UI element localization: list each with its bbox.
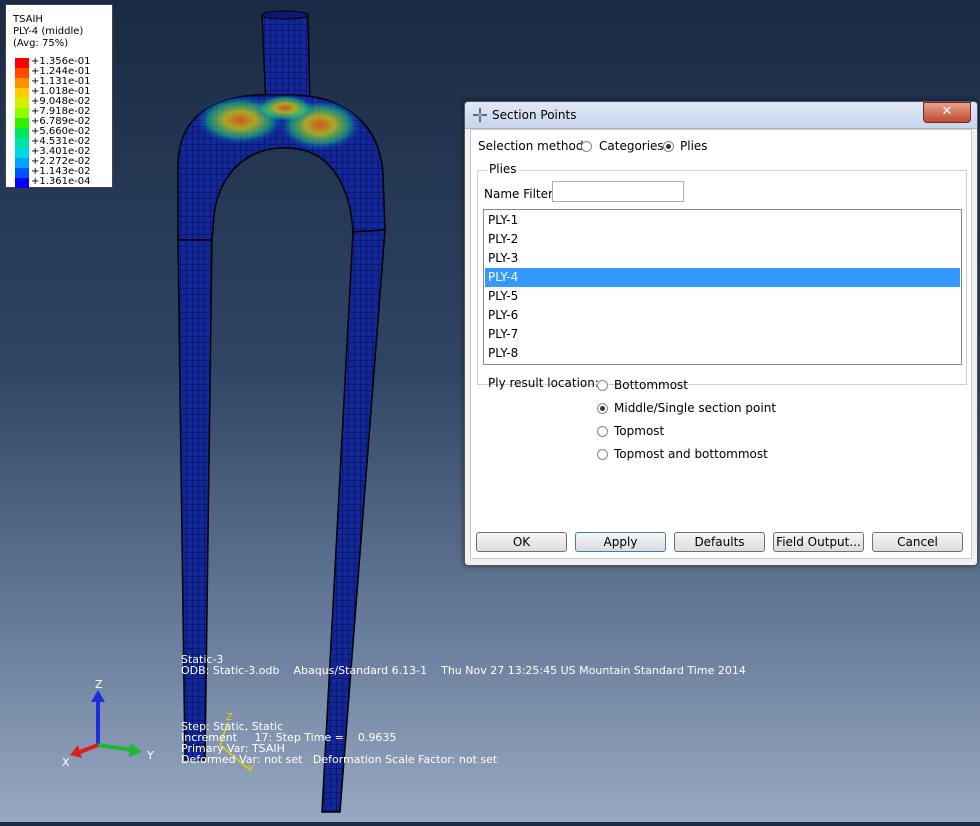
apply-button[interactable]: Apply: [575, 532, 666, 552]
plies-radio-label[interactable]: Plies: [680, 139, 708, 153]
legend-swatch: [15, 138, 29, 148]
legend-title: TSAIH: [13, 14, 43, 25]
location-label[interactable]: Topmost and bottommost: [614, 447, 768, 461]
triad-z-label: Z: [95, 678, 103, 691]
legend-avg: (Avg: 75%): [13, 38, 69, 49]
ply-list[interactable]: PLY-1 PLY-2 PLY-3 PLY-4 PLY-5 PLY-6 PLY-7 PLY-8: [483, 209, 962, 365]
legend-swatch: [15, 118, 29, 128]
triad-x-label: X: [62, 756, 70, 769]
dialog-titlebar[interactable]: Section Points ✕: [465, 102, 977, 129]
odb-info: ODB: Static-3.odb Abaqus/Standard 6.13-1…: [181, 664, 746, 677]
location-label[interactable]: Topmost: [614, 424, 664, 438]
triad-y-label: Y: [147, 749, 154, 762]
ok-button[interactable]: OK: [476, 532, 567, 552]
field-output-button[interactable]: Field Output...: [773, 532, 864, 552]
legend-swatch: [15, 168, 29, 178]
plies-radio[interactable]: [663, 141, 674, 152]
legend-swatch: [15, 78, 29, 88]
categories-radio[interactable]: [581, 141, 592, 152]
ply-list-item[interactable]: PLY-3: [485, 249, 960, 268]
location-label[interactable]: Middle/Single section point: [614, 401, 776, 415]
dialog-title: Section Points: [492, 108, 577, 122]
ply-list-item[interactable]: PLY-7: [485, 325, 960, 344]
ply-list-item[interactable]: PLY-6: [485, 306, 960, 325]
section-points-icon: [473, 108, 487, 122]
ply-list-item[interactable]: PLY-1: [485, 211, 960, 230]
ply-list-item[interactable]: PLY-2: [485, 230, 960, 249]
plies-group-label: Plies: [487, 162, 519, 176]
location-radio[interactable]: [597, 403, 608, 414]
legend-swatch: [15, 158, 29, 168]
defaults-button[interactable]: Defaults: [674, 532, 765, 552]
axis-triad: [70, 690, 142, 758]
legend-swatch: [15, 68, 29, 78]
legend-subtitle: PLY-4 (middle): [13, 26, 84, 37]
legend-swatch: [15, 178, 29, 188]
selection-method-label: Selection method:: [478, 139, 588, 153]
location-radio[interactable]: [597, 449, 608, 460]
contour-legend: TSAIH PLY-4 (middle) (Avg: 75%) +1.356e-…: [5, 4, 113, 188]
dialog-body: Selection method: Categories Plies Plies…: [470, 129, 972, 559]
close-button[interactable]: ✕: [923, 102, 971, 123]
legend-swatch: [15, 128, 29, 138]
cancel-button[interactable]: Cancel: [872, 532, 963, 552]
legend-swatch: [15, 88, 29, 98]
location-radio[interactable]: [597, 380, 608, 391]
ply-list-item[interactable]: PLY-8: [485, 344, 960, 363]
ply-result-location-label: Ply result location:: [488, 376, 599, 390]
legend-value: +1.361e-04: [31, 176, 91, 187]
deformed-var-info: Deformed Var: not set Deformation Scale …: [181, 753, 498, 766]
legend-swatch: [15, 108, 29, 118]
name-filter-input[interactable]: [552, 181, 684, 202]
name-filter-label: Name Filter: [484, 187, 553, 201]
ply-list-item[interactable]: PLY-4: [485, 268, 960, 287]
section-points-dialog: Section Points ✕ Selection method: Categ…: [464, 101, 978, 566]
location-label[interactable]: Bottommost: [614, 378, 688, 392]
ply-list-item[interactable]: PLY-5: [485, 287, 960, 306]
legend-swatch: [15, 58, 29, 68]
legend-swatch: [15, 98, 29, 108]
categories-label[interactable]: Categories: [599, 139, 664, 153]
legend-swatch: [15, 148, 29, 158]
location-radio[interactable]: [597, 426, 608, 437]
